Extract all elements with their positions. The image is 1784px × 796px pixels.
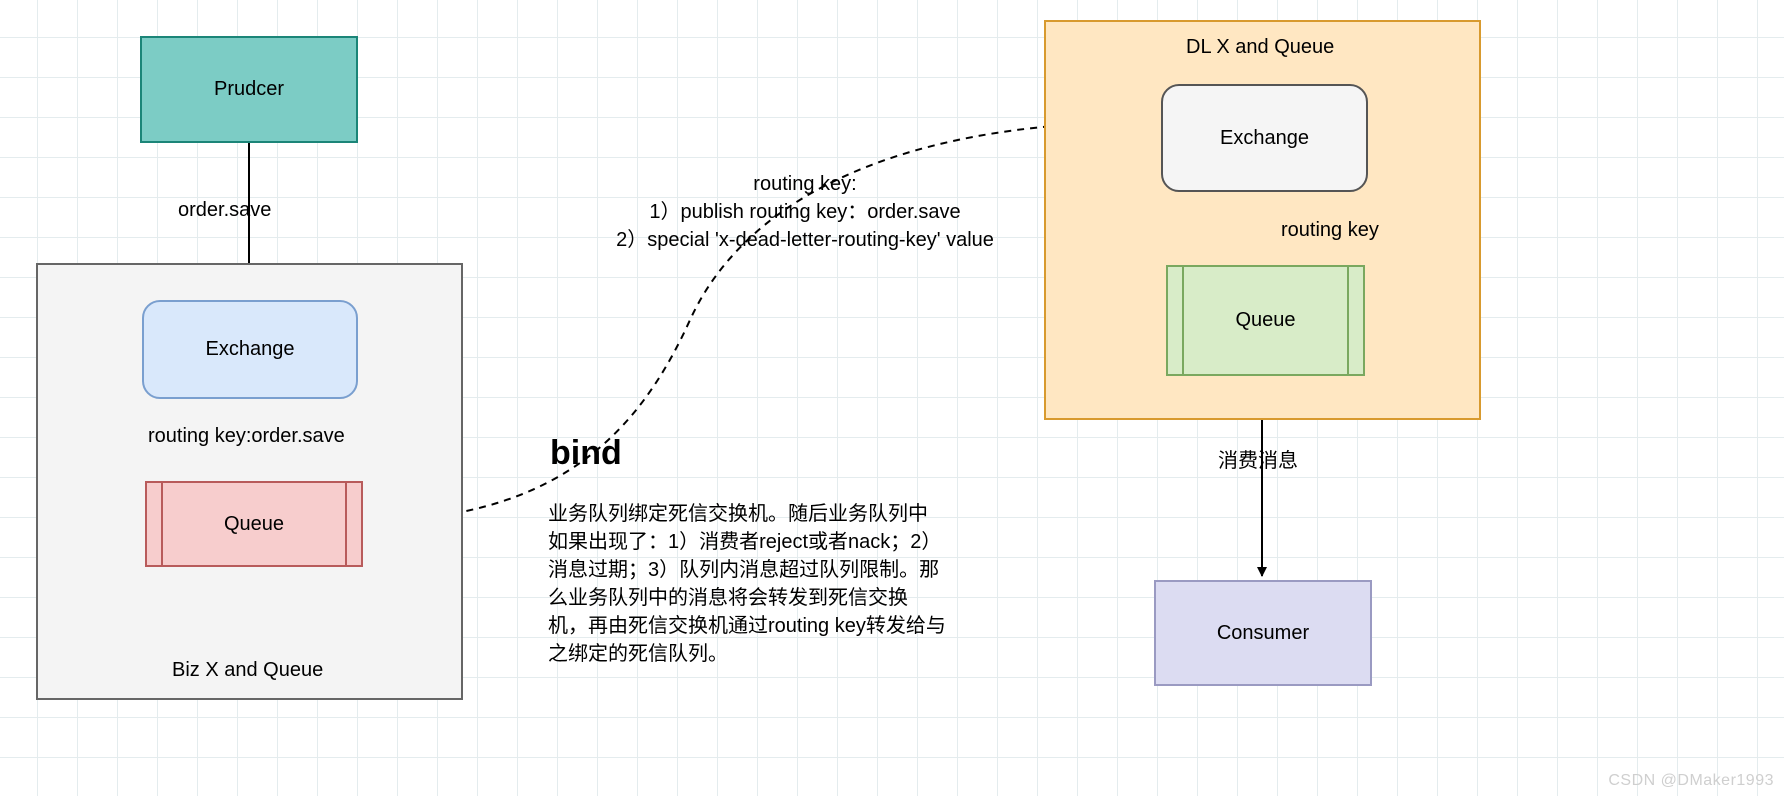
producer-node: Prudcer [140,36,358,143]
dl-queue-label: Queue [1235,309,1295,332]
dl-queue-node: Queue [1166,265,1365,376]
dl-exchange-label: Exchange [1220,127,1309,150]
producer-label: Prudcer [214,78,284,101]
consumer-node: Consumer [1154,580,1372,686]
biz-container-label: Biz X and Queue [172,659,323,682]
biz-routing-label: routing key:order.save [148,425,345,448]
dl-routing-label: routing key [1281,219,1379,242]
bind-heading: bind [550,434,622,473]
diagram-canvas: Prudcer order.save Exchange routing key:… [0,0,1784,796]
biz-container: Exchange routing key:order.save Queue Bi… [36,263,463,700]
consumer-label: Consumer [1217,622,1309,645]
dl-container-label: DL X and Queue [1186,36,1334,59]
biz-queue-node: Queue [145,481,363,567]
dl-exchange-node: Exchange [1161,84,1368,192]
producer-routing-label: order.save [178,199,271,222]
biz-exchange-label: Exchange [206,338,295,361]
watermark: CSDN @DMaker1993 [1608,772,1774,790]
bind-description: 业务队列绑定死信交换机。随后业务队列中如果出现了：1）消费者reject或者na… [548,500,946,668]
biz-queue-label: Queue [224,513,284,536]
biz-exchange-node: Exchange [142,300,358,399]
routing-key-note: routing key: 1）publish routing key：order… [590,170,1020,254]
consume-label: 消费消息 [1218,444,1298,473]
dl-container: DL X and Queue Exchange routing key Queu… [1044,20,1481,420]
